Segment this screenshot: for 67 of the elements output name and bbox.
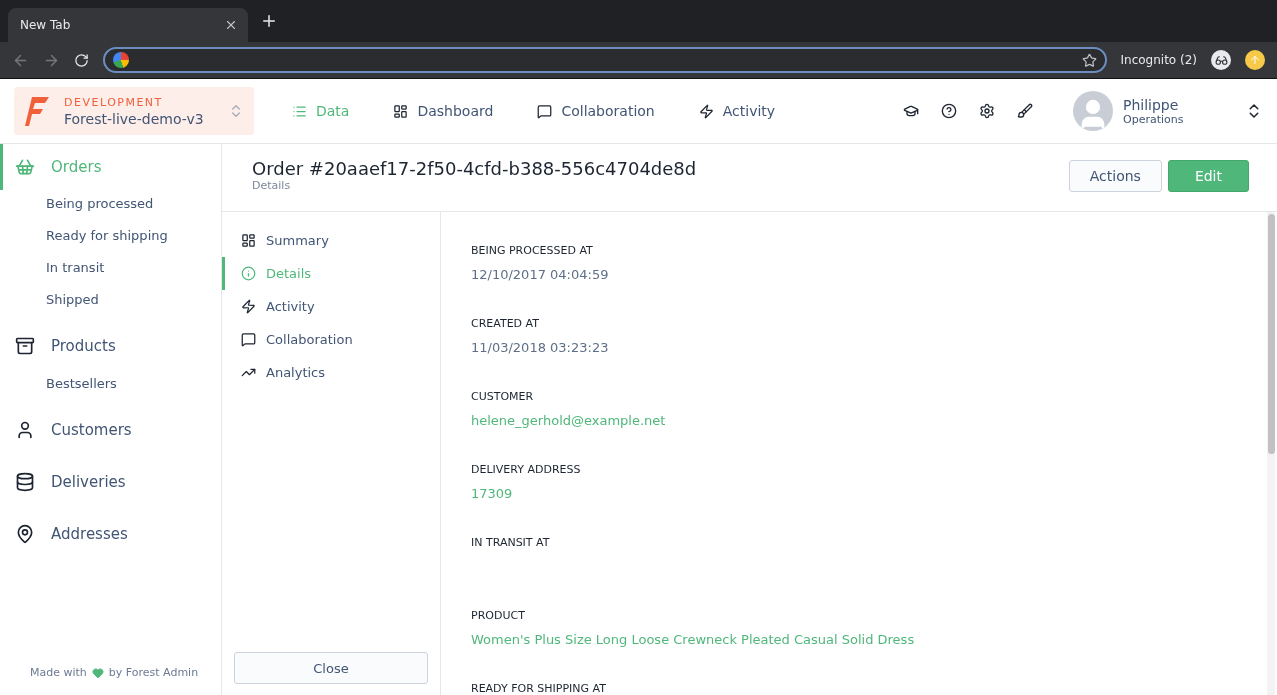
field-label: PRODUCT (471, 609, 526, 622)
basket-icon (15, 157, 35, 177)
logo-icon (24, 95, 50, 127)
close-button[interactable]: Close (234, 652, 428, 684)
nav-tab[interactable]: Dashboard (393, 103, 494, 119)
sidebar-subitem[interactable]: In transit (0, 254, 221, 286)
chat-icon (537, 103, 553, 119)
address-field[interactable] (103, 47, 1107, 73)
archive-icon (15, 336, 35, 356)
user-name: Philippe (1123, 96, 1180, 113)
lightning-icon (698, 103, 714, 119)
field-value: 11/03/2018 03:23:23 (471, 340, 610, 355)
dashboard-icon (393, 103, 409, 119)
field-label: READY FOR SHIPPING AT (471, 682, 607, 695)
chat-icon (241, 332, 256, 347)
environment-label: DEVELOPMENT (64, 95, 164, 109)
field-label: DELIVERY ADDRESS (471, 463, 582, 476)
nav-tab[interactable]: Activity (698, 103, 776, 119)
g-logo-icon (113, 52, 129, 68)
tab-title: New Tab (20, 18, 71, 32)
sidebar-item[interactable]: Customers (0, 406, 221, 454)
new-tab-icon[interactable] (260, 12, 278, 30)
user-team: Operations (1123, 112, 1185, 126)
sidebar-item[interactable]: Deliveries (0, 458, 221, 506)
scrollbar[interactable] (1267, 212, 1275, 695)
profile-label[interactable]: Incognito (2) (1120, 53, 1197, 67)
field-label: BEING PROCESSED AT (471, 244, 594, 257)
user-icon (15, 420, 35, 440)
sidebar-subitem[interactable]: Bestsellers (0, 370, 221, 402)
footer-text: by Forest Admin (108, 666, 199, 679)
close-icon[interactable] (224, 18, 238, 32)
update-icon[interactable] (1245, 50, 1265, 70)
sidebar-item[interactable]: Addresses (0, 510, 221, 558)
database-icon (15, 472, 35, 492)
reload-icon[interactable] (74, 52, 89, 68)
dashboard-icon (241, 233, 256, 248)
star-icon[interactable] (1081, 52, 1097, 68)
sidebar-subitem[interactable]: Shipped (0, 286, 221, 318)
record-tab[interactable]: Analytics (222, 356, 440, 389)
settings-icon[interactable] (979, 103, 995, 119)
sidebar-item[interactable]: Products (0, 322, 221, 370)
sidebar-subitem[interactable]: Being processed (0, 190, 221, 222)
nav-tab[interactable]: Collaboration (537, 103, 655, 119)
record-tab[interactable]: Activity (222, 290, 440, 323)
map-pin-icon (15, 524, 35, 544)
field-label: CUSTOMER (471, 390, 535, 403)
actions-button[interactable]: Actions (1068, 160, 1162, 192)
project-switcher[interactable]: DEVELOPMENT Forest-live-demo-v3 (14, 87, 254, 135)
lightning-icon (241, 299, 256, 314)
field-label: IN TRANSIT AT (471, 536, 551, 549)
footer-text: Made with (30, 666, 87, 679)
record-title: Order #20aaef17-2f50-4cfd-b388-556c4704de8d (252, 158, 698, 179)
field-label: CREATED AT (471, 317, 540, 330)
help-icon[interactable] (941, 103, 957, 119)
browser-tab[interactable]: New Tab (8, 8, 248, 42)
sidebar-subitem[interactable]: Ready for shipping (0, 222, 221, 254)
brush-icon[interactable] (1017, 103, 1033, 119)
info-icon (241, 266, 256, 281)
project-name: Forest-live-demo-v3 (64, 110, 205, 127)
graduation-cap-icon[interactable] (903, 103, 919, 119)
heart-icon (91, 666, 104, 679)
glasses-icon[interactable] (1211, 50, 1231, 70)
record-tab[interactable]: Collaboration (222, 323, 440, 356)
record-tab[interactable]: Summary (222, 224, 440, 257)
field-value: 12/10/2017 04:04:59 (471, 267, 610, 282)
record-subtitle: Details (252, 179, 292, 192)
list-icon (292, 103, 307, 119)
